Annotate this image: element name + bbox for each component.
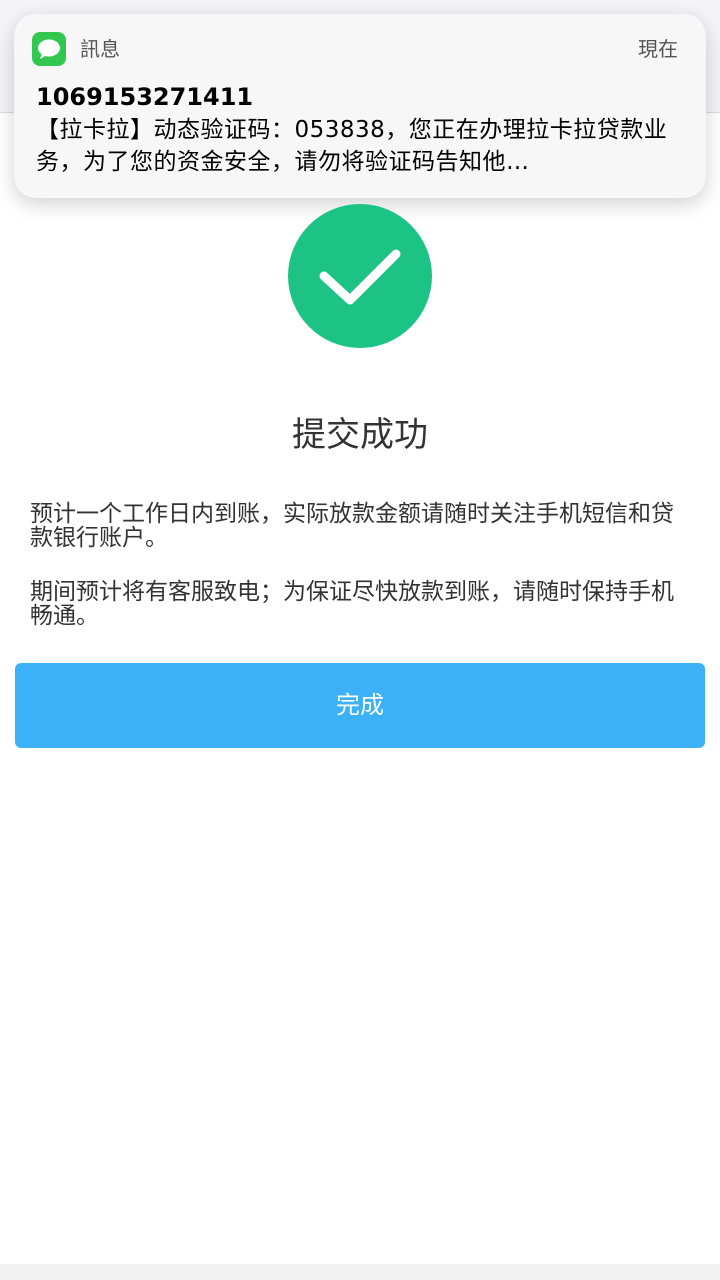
notification-message-body: 【拉卡拉】动态验证码：053838，您正在办理拉卡拉贷款业务，为了您的资金安全，… (36, 117, 668, 175)
notification-time: 現在 (638, 37, 678, 61)
checkmark-icon (319, 249, 401, 305)
sms-notification-banner[interactable]: 訊息 現在 1069153271411 【拉卡拉】动态验证码：053838，您正… (14, 14, 706, 198)
result-message-arrival: 预计一个工作日内到账，实际放款金额请随时关注手机短信和贷款银行账户。 (30, 501, 674, 551)
notification-app-name: 訊息 (80, 37, 120, 61)
result-title: 提交成功 (292, 415, 428, 455)
result-message-contact: 期间预计将有客服致电；为保证尽快放款到账，请随时保持手机畅通。 (30, 579, 674, 629)
done-button[interactable]: 完成 (15, 663, 705, 748)
bottom-edge (0, 1264, 720, 1280)
notification-sender: 1069153271411 (36, 83, 254, 111)
message-bubble-icon (32, 32, 66, 66)
success-badge (288, 204, 432, 348)
